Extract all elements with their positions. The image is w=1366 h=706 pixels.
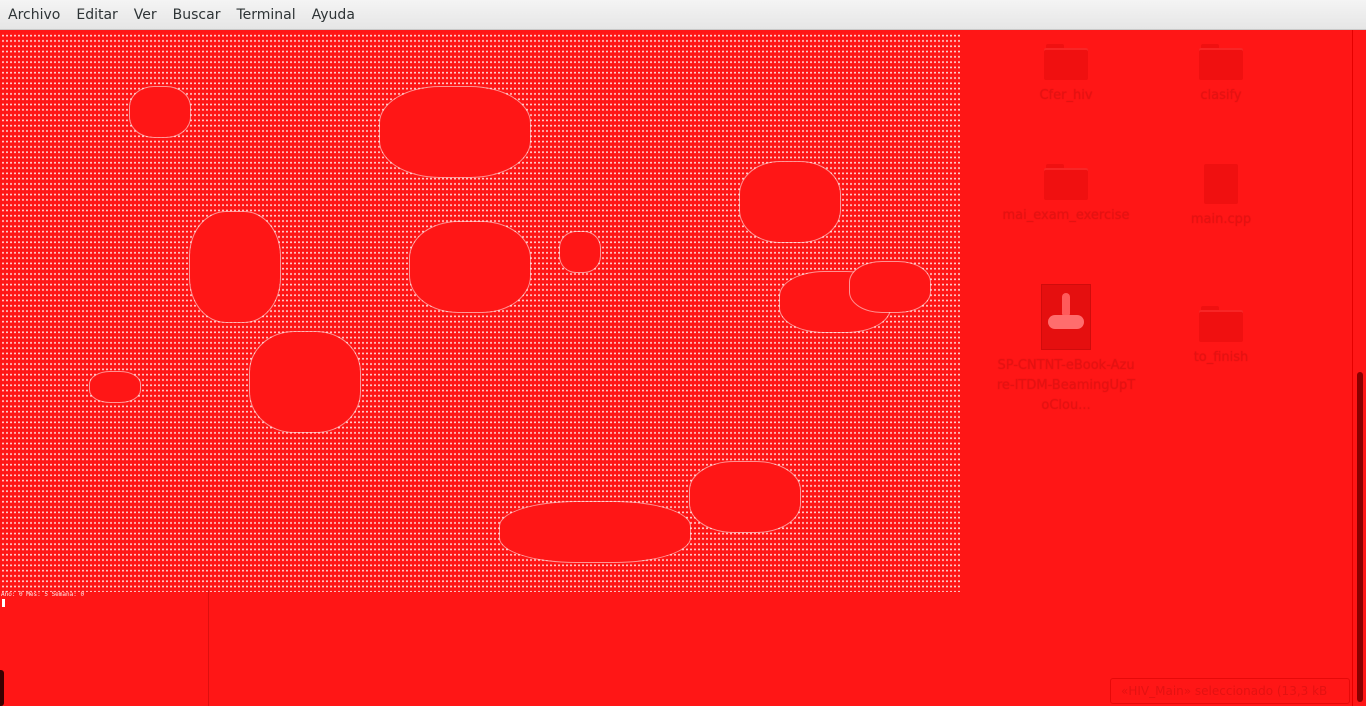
desktop-icon-main-cpp[interactable]: main.cpp [1146,164,1296,230]
scrollbar-thumb[interactable] [1357,372,1363,702]
simulation-status-line: Año: 0 Mes: 5 Semana: 0 [1,591,85,598]
desktop-icon-clasify[interactable]: clasify [1146,44,1296,106]
desktop-icon-mai-exam-exercise[interactable]: mai_exam_exercise [991,164,1141,226]
terminal-window: Archivo Editar Ver Buscar Terminal Ayuda… [0,0,1366,706]
terminal-cursor [2,599,5,607]
folder-icon [1199,44,1243,80]
image-file-icon [1041,284,1091,350]
pane-divider [208,590,209,706]
desktop-icon-ebook[interactable]: SP-CNTNT-eBook-Azure-ITDM-BeamingUpToClo… [991,284,1141,416]
desktop-icon-label: mai_exam_exercise [1002,208,1130,223]
menu-archivo[interactable]: Archivo [2,0,66,30]
menu-bar: Archivo Editar Ver Buscar Terminal Ayuda [0,0,1366,30]
launcher-edge [0,670,4,706]
selection-status: «HIV_Main» seleccionado (13,3 kB [1110,678,1350,704]
folder-icon [1199,306,1243,342]
desktop-icon-label: SP-CNTNT-eBook-Azure-ITDM-BeamingUpToClo… [996,358,1136,413]
menu-terminal[interactable]: Terminal [230,0,301,30]
menu-ver[interactable]: Ver [128,0,163,30]
menu-ayuda[interactable]: Ayuda [306,0,361,30]
folder-icon [1044,164,1088,200]
desktop-icon-cfer-hiv[interactable]: Cfer_hiv [991,44,1141,106]
dot-matrix-simulation [0,32,960,592]
menu-editar[interactable]: Editar [70,0,123,30]
menu-buscar[interactable]: Buscar [167,0,227,30]
folder-icon [1044,44,1088,80]
file-icon [1204,164,1238,204]
desktop-icon-to-finish[interactable]: to_finish [1146,306,1296,368]
terminal-output[interactable]: Año: 0 Mes: 5 Semana: 0 [0,30,1352,706]
desktop-icon-label: clasify [1200,88,1242,103]
desktop-icon-label: main.cpp [1190,212,1252,227]
desktop-icon-label: to_finish [1193,350,1249,365]
terminal-scrollbar[interactable] [1352,30,1366,706]
desktop-icon-label: Cfer_hiv [1039,88,1093,103]
